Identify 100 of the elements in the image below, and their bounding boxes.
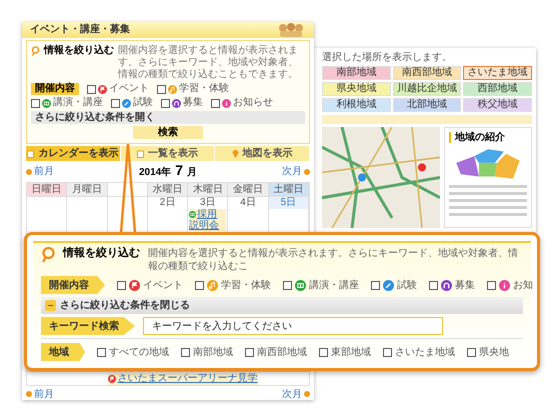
checkbox[interactable]	[371, 280, 380, 290]
checkbox[interactable]	[283, 280, 292, 290]
view-tab[interactable]: 一覧を表示	[120, 146, 216, 161]
note-icon	[207, 280, 218, 290]
weekday-header: 金曜日	[228, 183, 269, 196]
flag-icon	[108, 374, 116, 382]
category-option[interactable]: 講演・講座	[31, 97, 103, 109]
mascot-drawing	[276, 22, 306, 38]
keyword-field[interactable]: キーワードを入力してください	[143, 317, 443, 335]
search-button[interactable]: 検索	[133, 126, 203, 139]
region-tab[interactable]: 南部地域	[322, 66, 391, 80]
category-option[interactable]: 試験	[111, 97, 153, 109]
category-label: 開催内容	[41, 276, 105, 294]
region-tab[interactable]: さいたま地域	[463, 66, 532, 80]
checkbox[interactable]	[161, 98, 170, 108]
checkbox[interactable]	[245, 348, 254, 356]
filter-title: 情報を絞り込む	[63, 247, 140, 260]
month-unit: 月	[187, 166, 198, 180]
pencil-icon	[122, 98, 131, 108]
calendar-icon	[27, 150, 34, 158]
category-option[interactable]: お知	[487, 278, 533, 292]
more-conditions-toggle[interactable]: さらに絞り込む条件を開く	[31, 111, 305, 124]
view-tab[interactable]: 地図を表示	[215, 146, 310, 161]
weekday-header: 土曜日	[268, 183, 309, 196]
previous-month-link[interactable]: 前月	[26, 386, 54, 402]
checkbox[interactable]	[487, 280, 496, 290]
page-title: イベント・講座・募集	[30, 25, 130, 35]
search-icon	[41, 247, 55, 263]
region-tab[interactable]: 利根地域	[322, 98, 391, 112]
checkbox[interactable]	[181, 348, 190, 356]
region-tab[interactable]: 北部地域	[392, 98, 462, 112]
region-option[interactable]: 県央地	[467, 344, 509, 360]
fewer-conditions-toggle[interactable]: さらに絞り込む条件を閉じる	[41, 297, 523, 314]
calendar-icon	[137, 150, 144, 158]
next-month-link[interactable]: 次月	[282, 164, 310, 179]
category-option[interactable]: 講演・講座	[283, 278, 359, 292]
checkbox[interactable]	[195, 280, 204, 290]
checkbox[interactable]	[31, 98, 40, 108]
keyword-label: キーワード検索	[41, 317, 135, 335]
category-option[interactable]: 募集	[161, 97, 203, 109]
checkbox[interactable]	[87, 84, 96, 94]
info-icon	[499, 280, 510, 290]
map-hint: 選択した場所を表示します。	[322, 52, 453, 63]
checkbox[interactable]	[467, 348, 476, 356]
book-icon	[189, 210, 196, 218]
category-option[interactable]: 学習・体験	[195, 278, 271, 292]
region-option[interactable]: すべての地域	[97, 344, 169, 360]
category-option[interactable]: 学習・体験	[157, 83, 229, 95]
region-tab[interactable]: 西部地域	[463, 82, 532, 96]
flag-icon	[98, 84, 107, 94]
weekday-header: 水曜日	[148, 183, 188, 196]
weekday-header: 日曜日	[27, 183, 68, 196]
region-option[interactable]: 東部地域	[319, 344, 371, 360]
region-option[interactable]: さいたま地域	[383, 344, 455, 360]
category-option[interactable]: お知らせ	[211, 97, 273, 109]
note-icon	[168, 84, 177, 94]
month-number: 7	[175, 163, 184, 177]
info-icon	[222, 98, 231, 108]
event-entry[interactable]: 採用説明会	[189, 209, 226, 231]
category-option[interactable]: イベント	[117, 278, 183, 292]
region-tab[interactable]: 南西部地域	[392, 66, 462, 80]
day-number: 5日	[268, 197, 308, 209]
day-number: 4日	[239, 197, 257, 209]
checkbox[interactable]	[97, 348, 106, 356]
checkbox[interactable]	[117, 280, 126, 290]
view-tab[interactable]: カレンダーを表示	[26, 146, 121, 161]
checkbox[interactable]	[157, 84, 166, 94]
minus-icon	[45, 300, 56, 311]
region-tab[interactable]: 秩父地域	[463, 98, 532, 112]
flag-icon	[129, 280, 140, 290]
category-label: 開催内容	[31, 83, 79, 95]
search-icon	[31, 46, 40, 56]
checkbox[interactable]	[319, 348, 328, 356]
category-option[interactable]: 試験	[371, 278, 417, 292]
region-tab[interactable]: 川越比企地域	[392, 82, 462, 96]
region-option[interactable]: 南部地域	[181, 344, 233, 360]
weekday-header: 月曜日	[67, 183, 108, 196]
legend-title: 地域の紹介	[449, 132, 527, 143]
region-option[interactable]: 南西部地域	[245, 344, 307, 360]
book-icon	[42, 98, 51, 108]
day-number: 3日	[199, 197, 217, 209]
checkbox[interactable]	[211, 98, 220, 108]
pencil-icon	[383, 280, 394, 290]
weekday-header: 木曜日	[188, 183, 228, 196]
region-label: 地域	[41, 343, 85, 361]
filter-description: 開催内容を選択すると情報が表示されます。さらにキーワード、地域や対象者、情報の種類で絞り込むこともできます。	[118, 45, 299, 81]
next-month-link[interactable]: 次月	[282, 386, 310, 402]
category-option[interactable]: イベント	[87, 83, 149, 95]
region-tab[interactable]: 県央地域	[322, 82, 391, 96]
category-option[interactable]: 募集	[429, 278, 475, 292]
day-number: 2日	[158, 197, 176, 209]
checkbox[interactable]	[429, 280, 438, 290]
book-icon	[295, 280, 306, 290]
event-entry[interactable]: さいたまスーパーアリーナ見学	[108, 372, 258, 384]
previous-month-link[interactable]: 前月	[26, 164, 54, 179]
map-pin-icon	[232, 149, 239, 158]
checkbox[interactable]	[111, 98, 120, 108]
year-label: 2014年	[138, 166, 172, 180]
filter-description: 開催内容を選択すると情報が表示されます。さらにキーワード、地域や対象者、情報の種類で絞り込むこ	[148, 247, 519, 273]
checkbox[interactable]	[383, 348, 392, 356]
